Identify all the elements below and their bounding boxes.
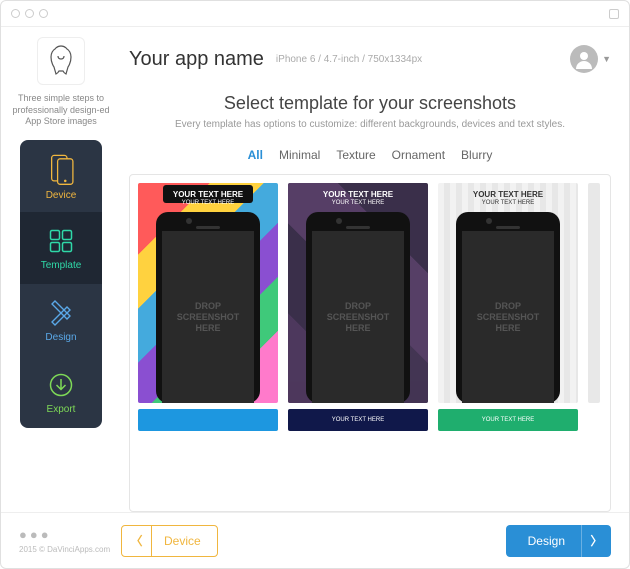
export-icon: [46, 370, 76, 400]
sidebar-item-device[interactable]: Device: [20, 140, 102, 212]
more-menu-icon[interactable]: ●●●: [19, 527, 52, 542]
window-maximize-icon[interactable]: [609, 9, 619, 19]
chevron-right-icon: 〉: [581, 525, 611, 557]
copyright-text: 2015 © DaVinciApps.com: [19, 545, 110, 554]
sidebar-label: Device: [46, 190, 77, 201]
sidebar-item-export[interactable]: Export: [20, 356, 102, 428]
tab-blurry[interactable]: Blurry: [461, 148, 492, 162]
sidebar-label: Design: [45, 332, 76, 343]
template-gallery[interactable]: YOUR TEXT HERE YOUR TEXT HERE DROPSCREENS…: [129, 174, 611, 512]
template-variant-strip[interactable]: YOUR TEXT HERE: [288, 409, 428, 431]
app-name-title[interactable]: Your app name: [129, 48, 264, 71]
template-variant-strip[interactable]: [138, 409, 278, 431]
screenshot-dropzone[interactable]: DROPSCREENSHOTHERE: [312, 231, 404, 403]
chevron-left-icon: 〈: [122, 526, 152, 556]
template-card[interactable]: YOUR TEXT HEREYOUR TEXT HERE DROPSCREENS…: [138, 183, 278, 503]
chevron-down-icon[interactable]: ▼: [602, 54, 611, 64]
app-logo: [37, 37, 85, 85]
phone-mockup: DROPSCREENSHOTHERE: [306, 212, 410, 403]
prev-step-button[interactable]: 〈 Device: [121, 525, 218, 557]
tab-texture[interactable]: Texture: [336, 148, 375, 162]
phone-mockup: DROPSCREENSHOTHERE: [156, 212, 260, 403]
sidebar-item-template[interactable]: Template: [20, 212, 102, 284]
tagline-text: Three simple steps to professionally des…: [1, 93, 121, 128]
window-titlebar: [1, 1, 629, 27]
template-icon: [46, 226, 76, 256]
tab-ornament[interactable]: Ornament: [392, 148, 445, 162]
device-spec-text: iPhone 6 / 4.7-inch / 750x1334px: [276, 54, 422, 65]
sidebar-label: Export: [47, 404, 76, 415]
prev-label: Device: [164, 534, 201, 548]
next-label: Design: [528, 534, 565, 548]
template-card-peek[interactable]: [588, 183, 600, 503]
page-title: Select template for your screenshots: [129, 93, 611, 114]
traffic-lights[interactable]: [11, 9, 48, 18]
design-icon: [46, 298, 76, 328]
template-variant-strip[interactable]: YOUR TEXT HERE: [438, 409, 578, 431]
screenshot-dropzone[interactable]: DROPSCREENSHOTHERE: [462, 231, 554, 403]
filter-tabs: All Minimal Texture Ornament Blurry: [129, 148, 611, 162]
screenshot-dropzone[interactable]: DROPSCREENSHOTHERE: [162, 231, 254, 403]
device-icon: [44, 152, 78, 186]
tab-minimal[interactable]: Minimal: [279, 148, 320, 162]
template-card[interactable]: YOUR TEXT HEREYOUR TEXT HERE DROPSCREENS…: [288, 183, 428, 503]
tab-all[interactable]: All: [248, 148, 263, 162]
user-avatar[interactable]: [570, 45, 598, 73]
sidebar-nav: Device Template Design Export: [20, 140, 102, 428]
template-card[interactable]: YOUR TEXT HEREYOUR TEXT HERE DROPSCREENS…: [438, 183, 578, 503]
sidebar-item-design[interactable]: Design: [20, 284, 102, 356]
phone-mockup: DROPSCREENSHOTHERE: [456, 212, 560, 403]
next-step-button[interactable]: Design 〉: [506, 525, 611, 557]
page-subtitle: Every template has options to customize:…: [129, 119, 611, 130]
sidebar-label: Template: [41, 260, 82, 271]
